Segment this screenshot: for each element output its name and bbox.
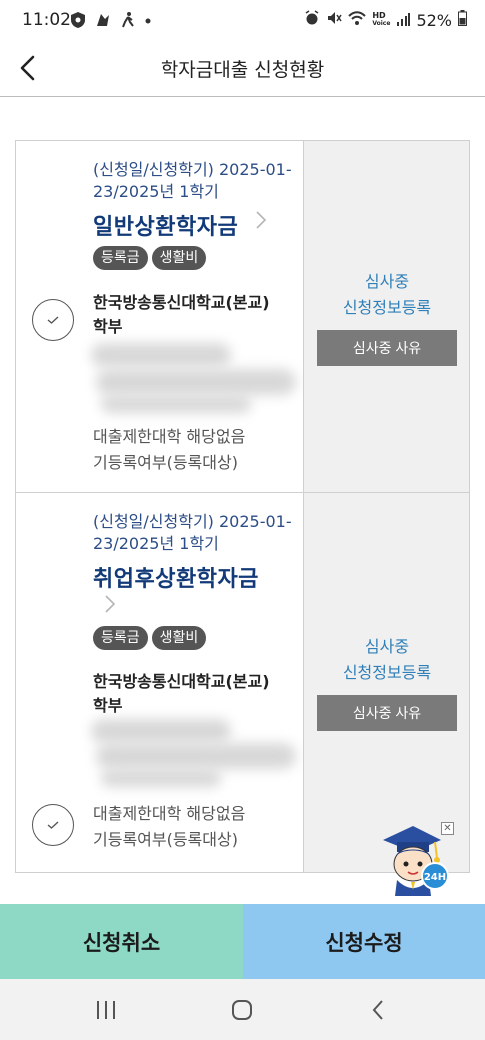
status-time: 11:02 <box>22 10 71 30</box>
redacted-info <box>81 715 296 795</box>
check-icon <box>47 316 59 324</box>
tag-tuition: 등록금 <box>93 246 148 270</box>
tag-living-cost: 생활비 <box>151 626 207 650</box>
application-card: (신청일/신청학기) 2025-01-23/2025년 1학기 취업후상환학자금… <box>16 493 469 872</box>
chevron-right-icon[interactable] <box>104 593 116 620</box>
application-status-panel: 심사중 신청정보등록 심사중 사유 <box>303 141 469 492</box>
application-info: (신청일/신청학기) 2025-01-23/2025년 1학기 일반상환학자금 … <box>16 141 303 492</box>
app-header: 학자금대출 신청현황 <box>0 42 485 97</box>
registration-info: 기등록여부(등록대상) <box>93 830 238 849</box>
review-reason-button[interactable]: 심사중 사유 <box>317 695 457 731</box>
tag-list: 등록금 생활비 <box>93 246 207 270</box>
chevron-right-icon[interactable] <box>255 209 267 236</box>
department: 학부 <box>93 317 123 336</box>
restriction-info: 대출제한대학 해당없음 <box>93 804 246 823</box>
chatbot-mascot-button[interactable]: 24H <box>375 818 470 900</box>
shield-icon <box>70 11 86 33</box>
redacted-info <box>81 337 296 417</box>
app-notification-icon <box>94 11 112 33</box>
loan-type-title[interactable]: 일반상환학자금 <box>93 209 238 241</box>
registration-info: 기등록여부(등록대상) <box>93 453 238 472</box>
status-detail: 신청정보등록 <box>342 663 432 682</box>
page-title: 학자금대출 신청현황 <box>160 59 325 81</box>
department: 학부 <box>93 696 123 715</box>
signal-icon <box>396 11 411 30</box>
battery-percent: 52% <box>416 10 452 30</box>
application-list: (신청일/신청학기) 2025-01-23/2025년 1학기 일반상환학자금 … <box>15 140 470 873</box>
edit-application-button[interactable]: 신청수정 <box>243 904 485 979</box>
wifi-icon <box>348 10 367 30</box>
tag-list: 등록금 생활비 <box>93 626 207 650</box>
status-label: 심사중 <box>364 637 410 656</box>
system-nav-bar <box>0 979 485 1040</box>
apply-date-label: (신청일/신청학기) 2025-01-23/2025년 1학기 <box>93 512 292 553</box>
alarm-icon <box>304 10 320 30</box>
recent-apps-icon[interactable] <box>86 995 126 1025</box>
status-label: 심사중 <box>364 272 410 291</box>
hd-voice-icon: HD Voice <box>372 11 391 28</box>
checkbox[interactable] <box>32 299 74 341</box>
mascot-badge: 24H <box>424 872 446 883</box>
school-name: 한국방송통신대학교(본교) <box>93 293 270 312</box>
school-name: 한국방송통신대학교(본교) <box>93 672 270 691</box>
checkbox[interactable] <box>32 804 74 846</box>
apply-date-label: (신청일/신청학기) 2025-01-23/2025년 1학기 <box>93 160 292 201</box>
application-info: (신청일/신청학기) 2025-01-23/2025년 1학기 취업후상환학자금… <box>16 493 303 872</box>
battery-icon <box>458 10 467 30</box>
tag-tuition: 등록금 <box>93 626 148 650</box>
mascot-icon: 24H <box>383 826 449 896</box>
back-nav-icon[interactable] <box>358 995 398 1025</box>
application-card: (신청일/신청학기) 2025-01-23/2025년 1학기 일반상환학자금 … <box>16 141 469 493</box>
status-bar: 11:02 HD Voice 52% <box>0 0 485 42</box>
tag-living-cost: 생활비 <box>151 246 207 270</box>
dot-icon <box>144 11 152 33</box>
review-reason-button[interactable]: 심사중 사유 <box>317 330 457 366</box>
close-icon[interactable]: ✕ <box>441 822 454 835</box>
application-status-panel: 심사중 신청정보등록 심사중 사유 <box>303 493 469 872</box>
status-detail: 신청정보등록 <box>342 298 432 317</box>
loan-type-title[interactable]: 취업후상환학자금 <box>93 561 259 593</box>
home-icon[interactable] <box>222 995 262 1025</box>
check-icon <box>47 821 59 829</box>
walking-icon <box>120 11 136 33</box>
mute-icon <box>326 10 342 30</box>
cancel-application-button[interactable]: 신청취소 <box>0 904 243 979</box>
restriction-info: 대출제한대학 해당없음 <box>93 427 246 446</box>
